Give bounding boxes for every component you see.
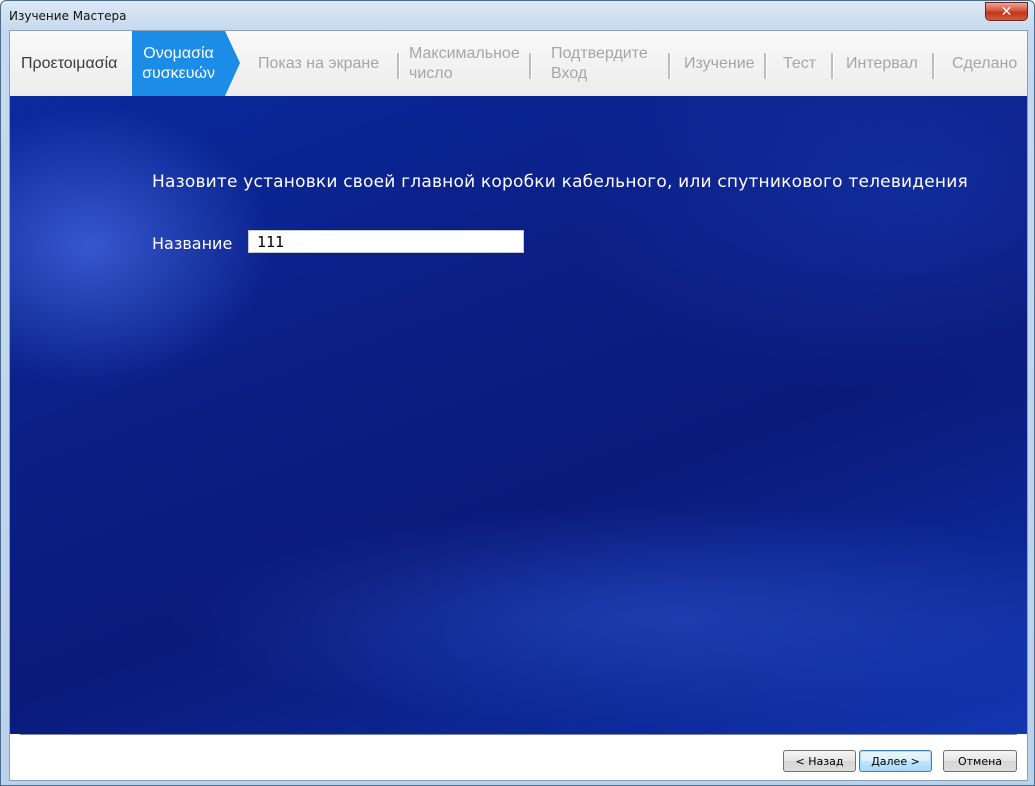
next-button[interactable]: Далее > (859, 750, 932, 772)
wizard-footer: < Назад Далее > Отмена (10, 734, 1027, 780)
step-separator (831, 53, 834, 79)
step-separator (397, 53, 400, 79)
title-bar[interactable]: Изучение Мастера ✕ (1, 1, 1034, 31)
step-confirm-input: Подтвердите Вход (551, 44, 648, 82)
cancel-button[interactable]: Отмена (943, 750, 1017, 772)
window-title: Изучение Мастера (9, 9, 127, 23)
wizard-client-area: Προετοιμασία Ονομασία συσκευών Показ на … (9, 30, 1028, 781)
step-done: Сделано (952, 54, 1018, 72)
wizard-content-panel: Назовите установки своей главной коробки… (10, 96, 1027, 734)
wizard-steps-bar: Προετοιμασία Ονομασία συσκευών Показ на … (10, 31, 1027, 96)
step-separator (764, 53, 767, 79)
step-screen-display: Показ на экране (258, 54, 380, 72)
close-icon: ✕ (1000, 3, 1013, 20)
footer-divider (20, 734, 1017, 735)
step-separator (932, 53, 935, 79)
step-preparation: Προετοιμασία (21, 54, 118, 72)
wizard-window: Изучение Мастера ✕ Προετοιμασία Ονομασία… (0, 0, 1035, 786)
step-learning: Изучение (684, 54, 755, 72)
step-max-number: Максимальное число (409, 44, 520, 82)
step-separator (668, 53, 671, 79)
name-label: Название (152, 234, 233, 253)
step-separator (529, 53, 532, 79)
instruction-text: Назовите установки своей главной коробки… (152, 172, 968, 192)
close-button[interactable]: ✕ (985, 2, 1028, 21)
step-interval: Интервал (846, 54, 918, 72)
step-device-naming: Ονομασία συσκευών (132, 31, 240, 96)
back-button[interactable]: < Назад (783, 750, 856, 772)
name-input[interactable] (248, 230, 524, 253)
step-test: Тест (783, 54, 817, 72)
